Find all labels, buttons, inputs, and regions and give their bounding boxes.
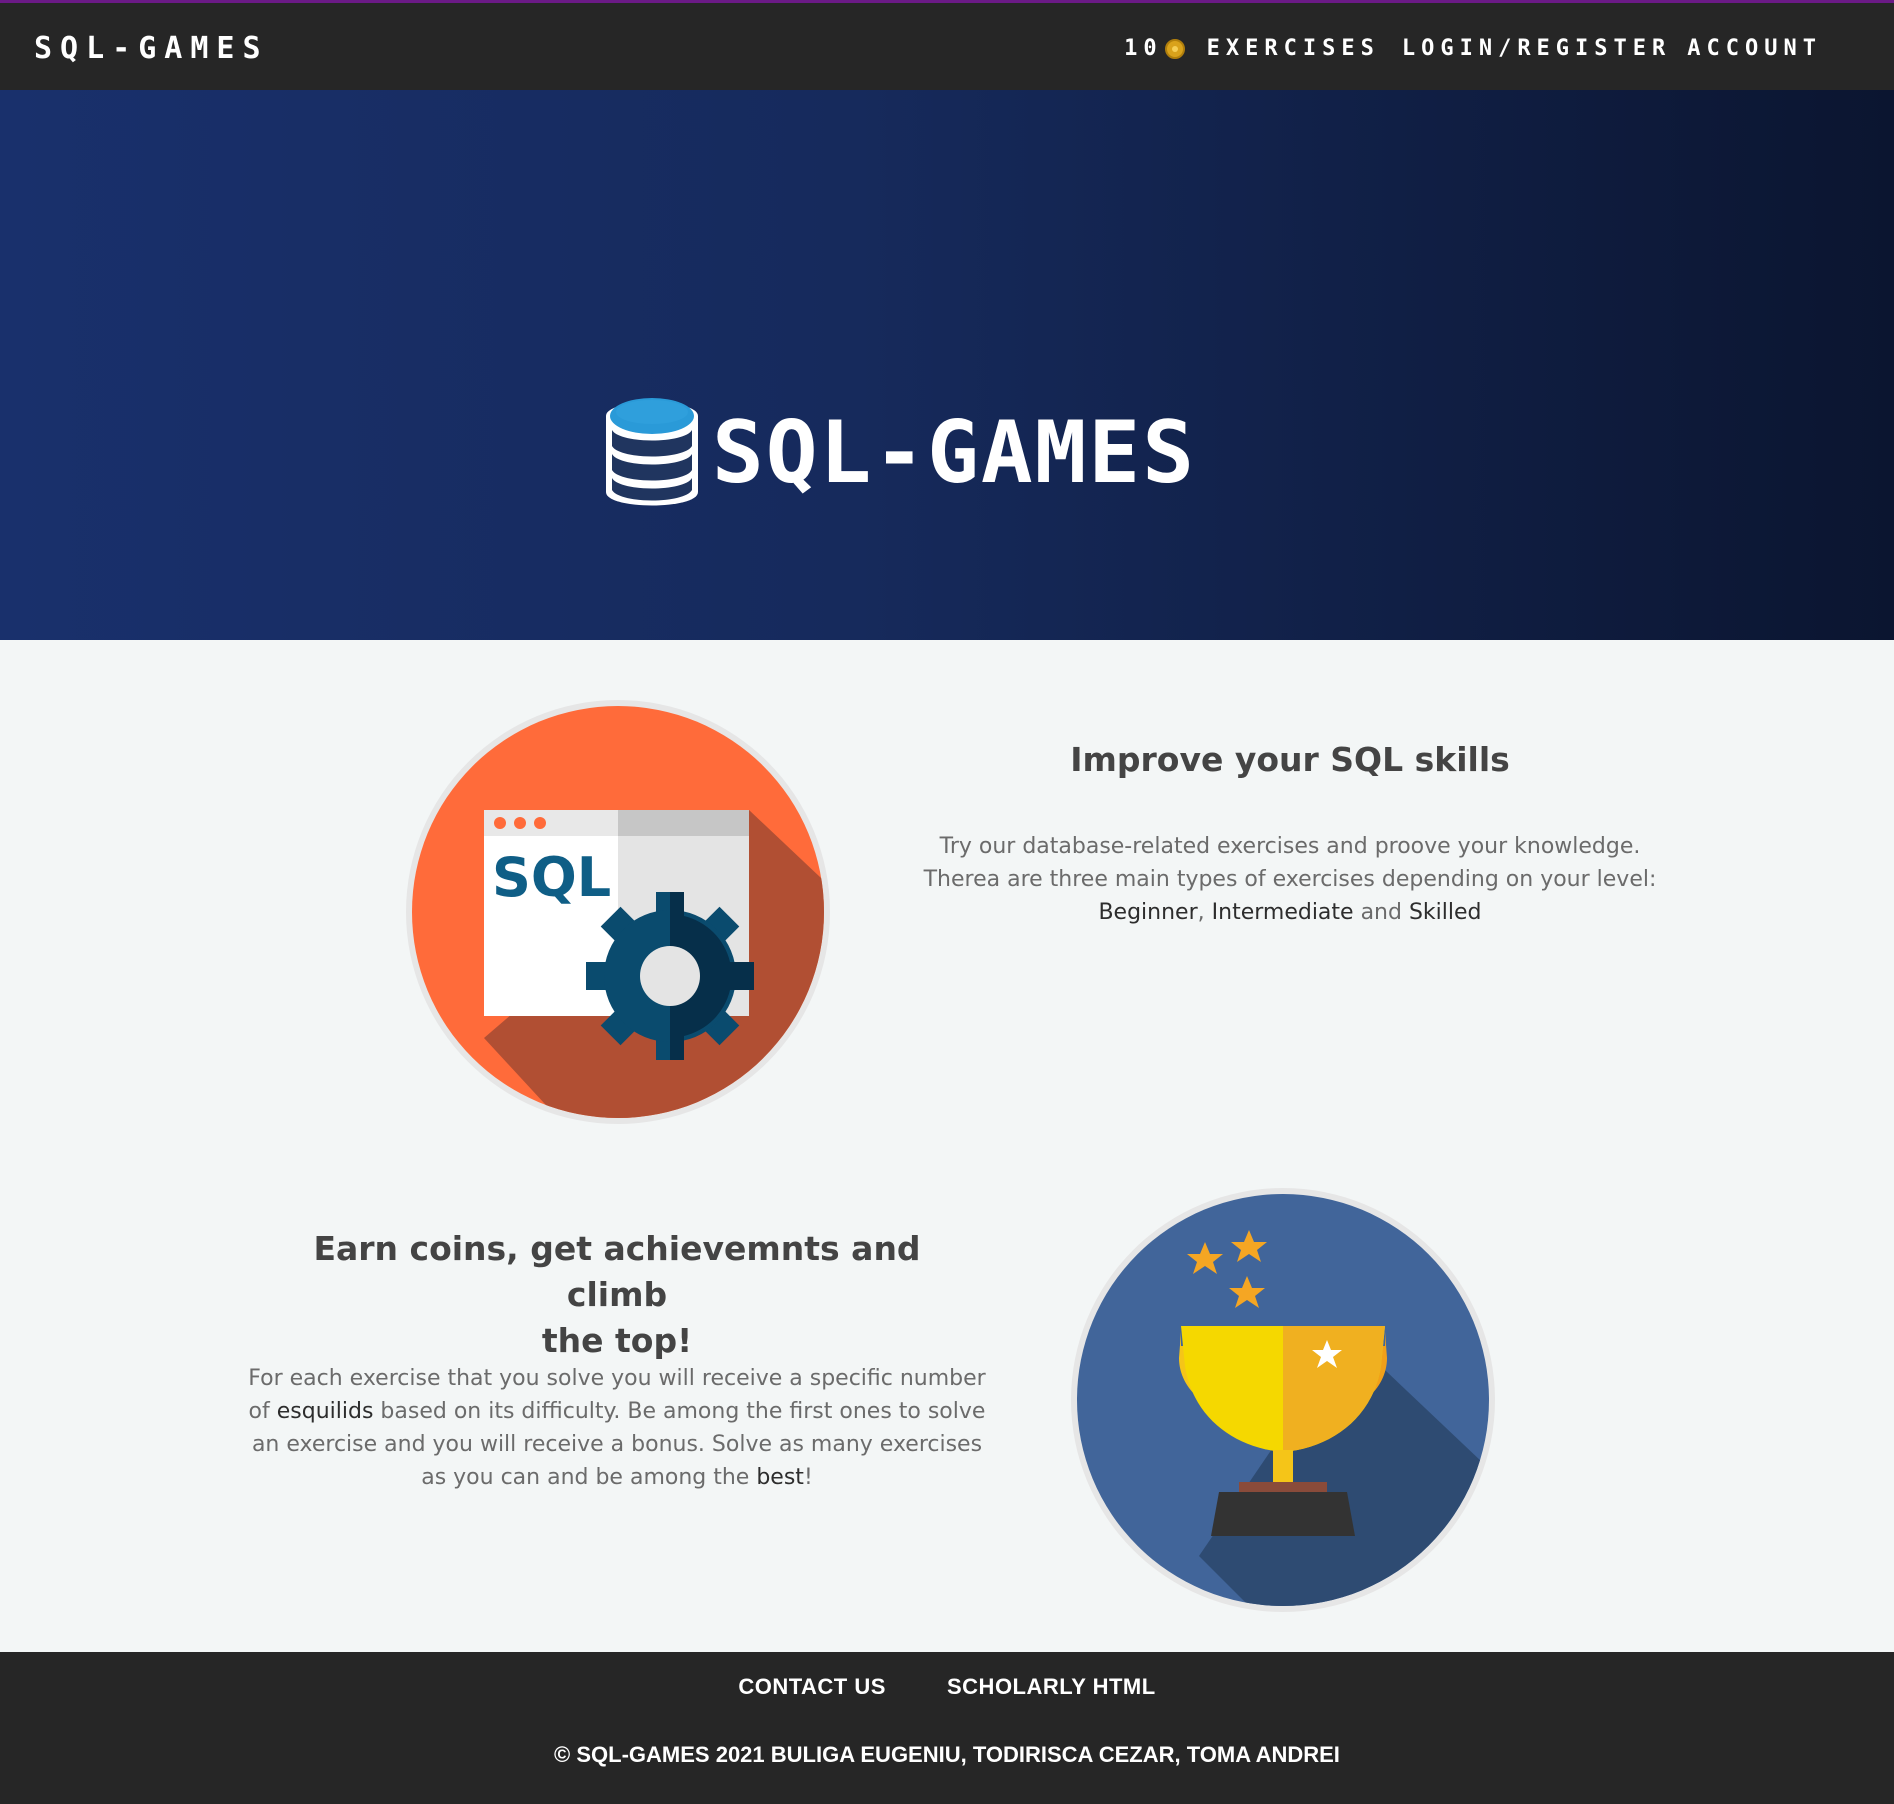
nav-login-register[interactable]: LOGIN/REGISTER: [1402, 36, 1671, 61]
footer-links: CONTACT US SCHOLARLY HTML: [0, 1674, 1894, 1700]
esquilids-term: esquilids: [276, 1399, 374, 1424]
level-skilled: Skilled: [1408, 900, 1482, 925]
main-nav: 10 EXERCISES LOGIN/REGISTER ACCOUNT: [1102, 36, 1822, 61]
top-navbar: SQL-GAMES 10 EXERCISES LOGIN/REGISTER AC…: [0, 0, 1894, 90]
nav-exercises[interactable]: EXERCISES: [1207, 36, 1380, 61]
level-intermediate: Intermediate: [1211, 900, 1354, 925]
footer: CONTACT US SCHOLARLY HTML © SQL-GAMES 20…: [0, 1652, 1894, 1804]
database-icon: [606, 398, 698, 506]
coin-count: 10: [1124, 36, 1163, 61]
section1-line2: Therea are three main types of exercises…: [923, 867, 1657, 892]
section1-line1: Try our database-related exercises and p…: [939, 834, 1641, 859]
coin-balance: 10: [1124, 36, 1185, 61]
hero-banner: SQL-GAMES: [0, 90, 1894, 640]
sql-gear-illustration: SQL: [406, 700, 830, 1124]
coin-icon: [1164, 38, 1185, 59]
sql-badge-text: SQL: [492, 846, 611, 909]
level-beginner: Beginner: [1098, 900, 1198, 925]
section1-levels: Beginner, Intermediate and Skilled: [1098, 900, 1482, 925]
section1-description: Try our database-related exercises and p…: [900, 830, 1680, 929]
footer-scholarly-html-link[interactable]: SCHOLARLY HTML: [947, 1674, 1156, 1700]
brand-logo-link[interactable]: SQL-GAMES: [34, 31, 269, 66]
nav-account[interactable]: ACCOUNT: [1687, 36, 1822, 61]
section2-heading: Earn coins, get achievemnts and climb th…: [313, 1229, 921, 1360]
best-term: best: [756, 1465, 804, 1490]
hero-title: SQL-GAMES: [712, 403, 1196, 503]
footer-copyright: © SQL-GAMES 2021 BULIGA EUGENIU, TODIRIS…: [554, 1742, 1340, 1767]
section2-description: For each exercise that you solve you wil…: [248, 1366, 986, 1490]
section1-heading: Improve your SQL skills: [1070, 740, 1510, 779]
trophy-illustration: [1071, 1188, 1495, 1612]
footer-contact-link[interactable]: CONTACT US: [738, 1674, 886, 1700]
